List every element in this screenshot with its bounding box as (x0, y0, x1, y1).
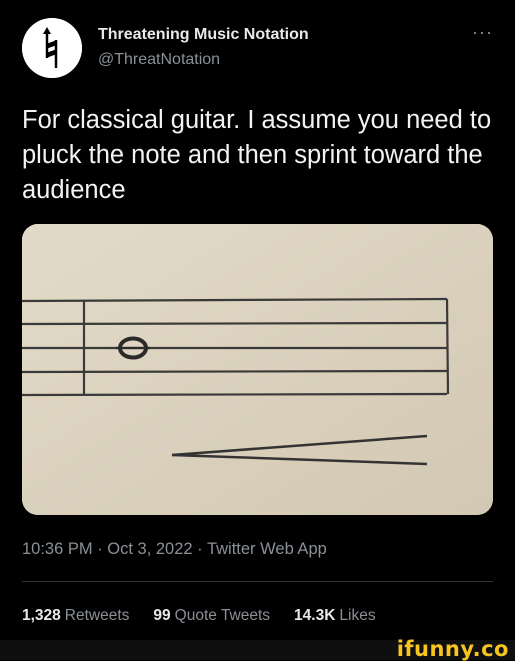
author-display-name[interactable]: Threatening Music Notation (98, 26, 309, 44)
tweet-media-image[interactable] (22, 224, 493, 515)
ifunny-watermark: ifunny.co (396, 637, 509, 661)
likes-stat[interactable]: 14.3K Likes (294, 607, 376, 625)
retweets-stat[interactable]: 1,328 Retweets (22, 607, 129, 625)
music-staff-illustration (22, 224, 493, 515)
tweet-timestamp-source[interactable]: 10:36 PM · Oct 3, 2022 · Twitter Web App (22, 540, 327, 559)
more-options-icon[interactable]: ··· (472, 22, 493, 43)
watermark-bar: ifunny.co (0, 637, 515, 661)
tweet-text: For classical guitar. I assume you need … (22, 106, 492, 204)
quote-tweets-label: Quote Tweets (174, 607, 271, 624)
tweet-stats: 1,328 Retweets 99 Quote Tweets 14.3K Likes (22, 607, 376, 625)
avatar[interactable] (22, 18, 82, 78)
quote-tweets-stat[interactable]: 99 Quote Tweets (153, 607, 270, 625)
quote-tweets-count: 99 (153, 607, 171, 624)
divider (22, 581, 493, 582)
retweets-label: Retweets (64, 607, 130, 624)
retweets-count: 1,328 (22, 607, 61, 624)
author-handle[interactable]: @ThreatNotation (98, 51, 220, 69)
likes-count: 14.3K (294, 607, 336, 624)
likes-label: Likes (339, 607, 376, 624)
tweet-header: Threatening Music Notation @ThreatNotati… (22, 18, 497, 80)
natural-sign-icon (22, 18, 82, 78)
